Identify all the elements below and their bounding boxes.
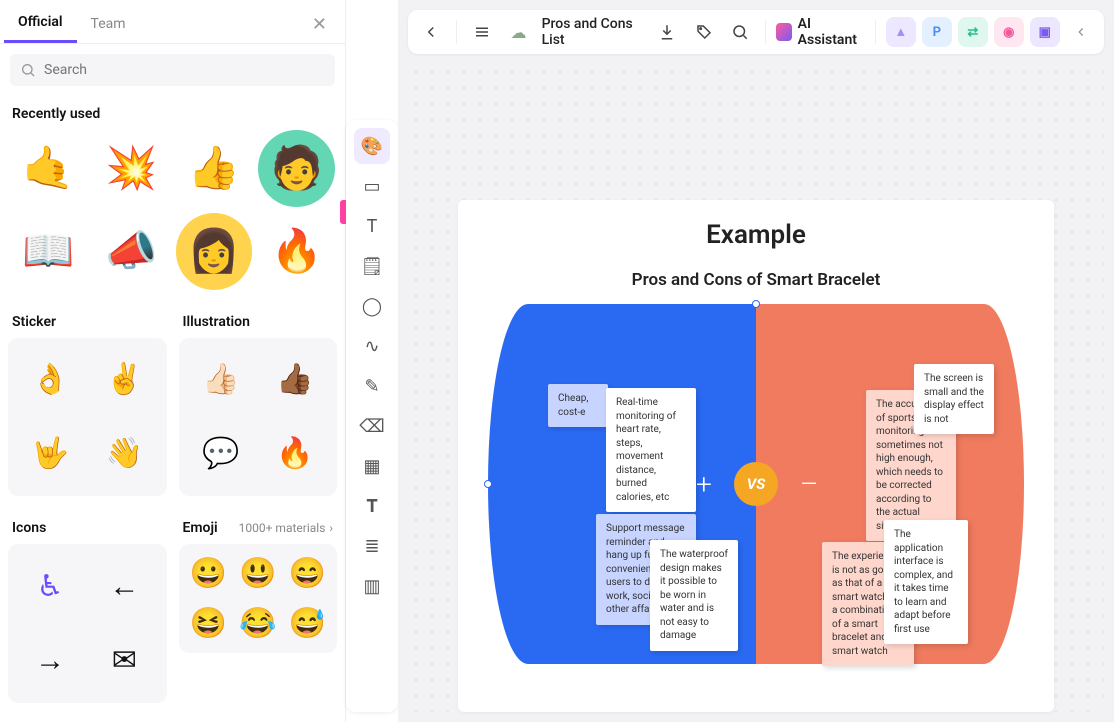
emoji-more-link[interactable]: 1000+ materials› bbox=[239, 521, 333, 535]
vs-badge[interactable]: VS bbox=[734, 462, 778, 506]
grin-emoji[interactable]: 😀 bbox=[189, 554, 229, 594]
sticky-note[interactable]: The waterproof design makes it possible … bbox=[650, 540, 738, 651]
recent-grid: 🤙💥👍🧑 📖📣👩🔥 bbox=[8, 130, 337, 290]
table-icon[interactable]: ▦ bbox=[354, 448, 390, 484]
tag-button[interactable] bbox=[688, 15, 718, 49]
present-chip[interactable]: P bbox=[922, 17, 952, 47]
thumb-dark[interactable]: 👍🏾 bbox=[263, 348, 327, 412]
arrow-right-icon[interactable]: → bbox=[18, 628, 82, 692]
board-title: Pros and Cons of Smart Bracelet bbox=[488, 270, 1024, 290]
section-icons-title: Icons bbox=[12, 520, 163, 536]
icons-grid: ♿︎←→✉︎ bbox=[8, 544, 167, 703]
download-button[interactable] bbox=[652, 15, 682, 49]
image-chip[interactable]: ▲ bbox=[886, 17, 916, 47]
doc-title[interactable]: Pros and Cons List bbox=[542, 16, 647, 48]
panel-tabs: Official Team ✕ bbox=[0, 0, 345, 44]
accessibility-icon[interactable]: ♿︎ bbox=[18, 554, 82, 618]
burst-sticker[interactable]: 💥 bbox=[93, 130, 170, 207]
megaphone-icon[interactable]: 📣 bbox=[93, 213, 170, 290]
sticky-note[interactable]: The screen is small and the display effe… bbox=[914, 364, 994, 434]
selection-handle-left[interactable] bbox=[484, 480, 492, 488]
record-chip[interactable]: ◉ bbox=[994, 17, 1024, 47]
avatar-male[interactable]: 🧑 bbox=[258, 130, 335, 207]
peace-hand[interactable]: ✌️ bbox=[92, 348, 156, 412]
done-sticker[interactable]: 👍 bbox=[176, 130, 253, 207]
tab-official[interactable]: Official bbox=[4, 6, 77, 43]
board-heading: Example bbox=[488, 220, 1024, 250]
section-recent-title: Recently used bbox=[12, 106, 333, 122]
collapse-right-button[interactable] bbox=[1066, 15, 1096, 49]
sweat-emoji[interactable]: 😅 bbox=[288, 604, 328, 644]
assets-scroll[interactable]: Recently used 🤙💥👍🧑📖📣👩🔥 Sticker 👌✌️🤟👋 Ill… bbox=[0, 96, 345, 722]
sticky-note[interactable]: Cheap, cost-e bbox=[548, 384, 608, 427]
assets-panel: Official Team ✕ Recently used 🤙💥👍🧑📖📣👩🔥 S… bbox=[0, 0, 346, 722]
search-input-wrap[interactable] bbox=[10, 54, 335, 86]
ai-logo-icon bbox=[776, 23, 792, 41]
section-sticker-title: Sticker bbox=[12, 314, 163, 330]
beam-emoji[interactable]: 😃 bbox=[238, 554, 278, 594]
sticky-note[interactable]: Real-time monitoring of heart rate, step… bbox=[606, 388, 696, 512]
search-button[interactable] bbox=[725, 15, 755, 49]
tab-team[interactable]: Team bbox=[77, 8, 140, 42]
nope-sticker[interactable]: 🤙 bbox=[10, 130, 87, 207]
note-icon[interactable]: 🗒 bbox=[354, 248, 390, 284]
list-icon[interactable]: ≣ bbox=[354, 528, 390, 564]
sticky-note[interactable]: The application interface is complex, an… bbox=[884, 520, 968, 644]
panel-handle[interactable] bbox=[340, 200, 346, 224]
rock-hand[interactable]: 🤟 bbox=[18, 422, 82, 486]
board-frame[interactable]: Example Pros and Cons of Smart Bracelet … bbox=[458, 200, 1054, 712]
plus-icon: + bbox=[696, 468, 712, 501]
connector-icon[interactable]: ∿ bbox=[354, 328, 390, 364]
chat-heart[interactable]: 💬 bbox=[189, 422, 253, 486]
close-panel-button[interactable]: ✕ bbox=[302, 8, 337, 41]
menu-button[interactable] bbox=[467, 15, 497, 49]
text-tool-icon[interactable]: T bbox=[354, 208, 390, 244]
vertical-toolbar: 🎨 ▭ T 🗒 ◯ ∿ ✎ ⌫ ▦ 𝐓 ≣ ▥ bbox=[346, 0, 398, 722]
laugh-emoji[interactable]: 😆 bbox=[189, 604, 229, 644]
pros-cons-shape[interactable]: + – VS Cheap, cost-eReal-time monitoring… bbox=[488, 304, 1024, 664]
minus-icon: – bbox=[800, 468, 818, 501]
search-input[interactable] bbox=[44, 62, 325, 78]
ok-hand[interactable]: 👌 bbox=[18, 348, 82, 412]
comment-chip[interactable]: ▣ bbox=[1030, 17, 1060, 47]
eraser-icon[interactable]: ⌫ bbox=[354, 408, 390, 444]
squint-emoji[interactable]: 😂 bbox=[238, 604, 278, 644]
hi-hand[interactable]: 👋 bbox=[92, 422, 156, 486]
search-icon bbox=[20, 62, 36, 78]
frame-icon[interactable]: ▭ bbox=[354, 168, 390, 204]
shape-icon[interactable]: ◯ bbox=[354, 288, 390, 324]
section-emoji-title: Emoji 1000+ materials› bbox=[183, 520, 334, 536]
section-illustration-title: Illustration bbox=[183, 314, 334, 330]
arrow-left-icon[interactable]: ← bbox=[92, 554, 156, 618]
hot-sticker[interactable]: 🔥 bbox=[258, 213, 335, 290]
selection-handle-top[interactable] bbox=[752, 300, 760, 308]
pen-icon[interactable]: ✎ bbox=[354, 368, 390, 404]
canvas-area[interactable]: ☁︎ Pros and Cons List AI Assistant ▲P⇄◉▣… bbox=[398, 0, 1114, 722]
cloud-sync-icon[interactable]: ☁︎ bbox=[503, 15, 533, 49]
book-icon[interactable]: 📖 bbox=[10, 213, 87, 290]
assets-icon[interactable]: 🎨 bbox=[354, 128, 390, 164]
kanban-icon[interactable]: ▥ bbox=[354, 568, 390, 604]
illustration-grid: 👍🏻👍🏾💬🔥 bbox=[179, 338, 338, 497]
back-button[interactable] bbox=[416, 15, 446, 49]
avatar-female[interactable]: 👩 bbox=[176, 213, 253, 290]
emoji-grid: 😀😃😄 😆😂😅 bbox=[179, 544, 338, 653]
mail-icon[interactable]: ✉︎ bbox=[92, 628, 156, 692]
thumb-light[interactable]: 👍🏻 bbox=[189, 348, 253, 412]
folder-fire[interactable]: 🔥 bbox=[263, 422, 327, 486]
share-chip[interactable]: ⇄ bbox=[958, 17, 988, 47]
ai-assistant-button[interactable]: AI Assistant bbox=[776, 16, 865, 48]
textbox-icon[interactable]: 𝐓 bbox=[354, 488, 390, 524]
sticker-grid: 👌✌️🤟👋 bbox=[8, 338, 167, 497]
smile-emoji[interactable]: 😄 bbox=[288, 554, 328, 594]
topbar: ☁︎ Pros and Cons List AI Assistant ▲P⇄◉▣ bbox=[408, 10, 1104, 54]
